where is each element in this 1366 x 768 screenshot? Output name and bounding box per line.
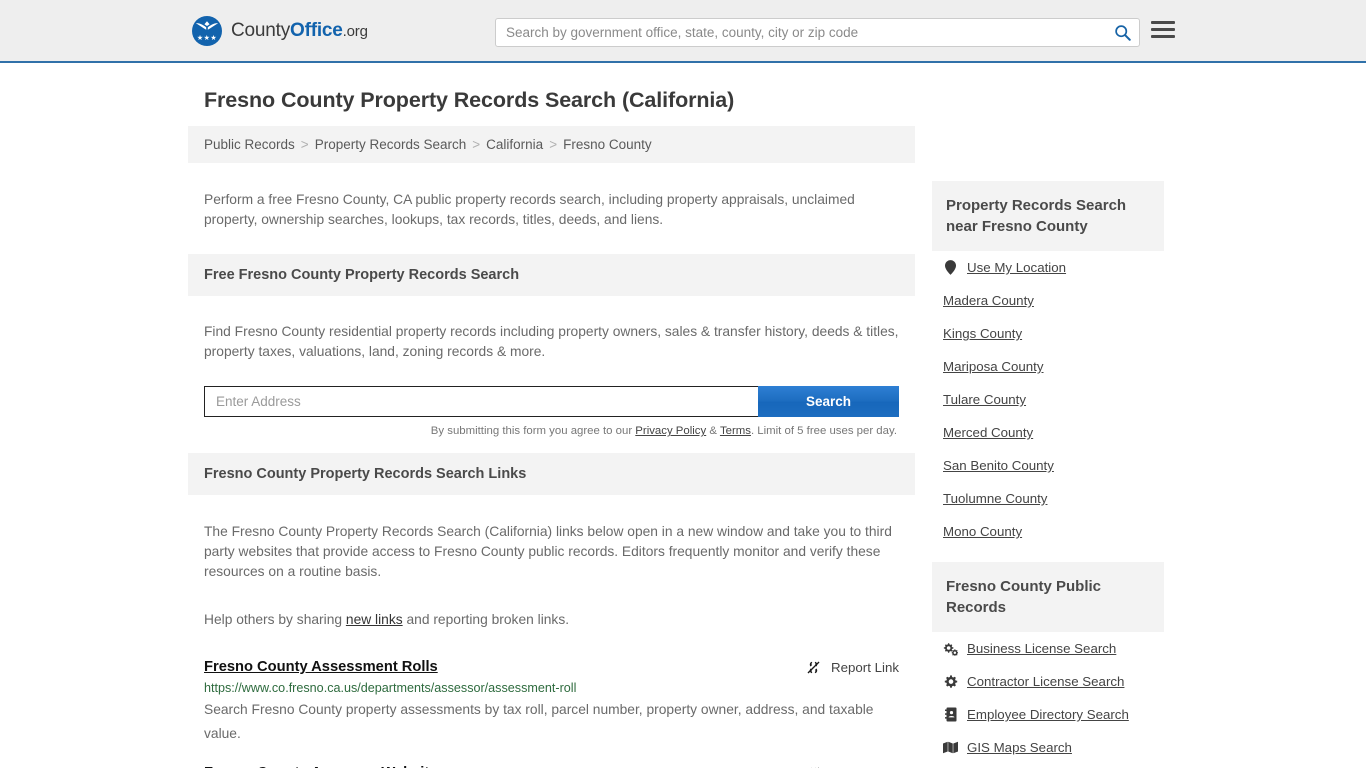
breadcrumb-item-public-records[interactable]: Public Records — [204, 137, 295, 152]
sidebar-item-mono-county[interactable]: Mono County — [932, 515, 1164, 548]
countyoffice-emblem-icon: ★★★ — [192, 15, 222, 46]
sidebar-nearby-heading: Property Records Search near Fresno Coun… — [932, 181, 1164, 251]
search-links-heading: Fresno County Property Records Search Li… — [188, 453, 915, 496]
sidebar-link-label[interactable]: GIS Maps Search — [967, 740, 1072, 755]
sidebar-link-label[interactable]: Merced County — [943, 425, 1033, 440]
disclaimer-prefix: By submitting this form you agree to our — [430, 425, 636, 438]
global-search-bar[interactable] — [495, 18, 1140, 47]
sidebar-divider — [932, 548, 1164, 562]
sidebar-link-label[interactable]: Contractor License Search — [967, 674, 1124, 689]
share-links-text: Help others by sharing new links and rep… — [188, 600, 915, 640]
three-stars-icon: ★★★ — [196, 34, 218, 42]
sidebar-item-employee-directory-search[interactable]: Employee Directory Search — [932, 698, 1164, 731]
page-intro-text: Perform a free Fresno County, CA public … — [204, 191, 855, 227]
share-suffix: and reporting broken links. — [402, 611, 570, 627]
sidebar-item-tulare-county[interactable]: Tulare County — [932, 383, 1164, 416]
form-disclaimer: By submitting this form you agree to our… — [188, 417, 915, 437]
address-book-icon — [943, 707, 958, 722]
global-search-input[interactable] — [496, 19, 1105, 46]
record-link-url[interactable]: https://www.co.fresno.ca.us/departments/… — [204, 681, 899, 695]
breadcrumb-separator: > — [300, 137, 309, 152]
brand-part-county: County — [231, 19, 291, 41]
share-prefix: Help others by sharing — [204, 611, 346, 627]
sidebar-link-label[interactable]: San Benito County — [943, 458, 1054, 473]
sidebar-item-tuolumne-county[interactable]: Tuolumne County — [932, 482, 1164, 515]
sidebar-link-label[interactable]: Mariposa County — [943, 359, 1044, 374]
new-links-link[interactable]: new links — [346, 612, 403, 627]
sidebar-public-records-list: Business License Search Contractor Licen… — [932, 632, 1164, 768]
sidebar-link-label[interactable]: Tuolumne County — [943, 491, 1047, 506]
map-icon — [943, 741, 958, 754]
brand-wordmark: CountyOffice.org — [231, 20, 368, 42]
eagle-icon — [196, 20, 218, 30]
sidebar-public-records-heading: Fresno County Public Records — [932, 562, 1164, 632]
brand-part-office: Office — [290, 19, 343, 41]
page-title: Fresno County Property Records Search (C… — [204, 88, 735, 112]
page-body: Fresno County Property Records Search (C… — [0, 63, 1366, 768]
sidebar: Property Records Search near Fresno Coun… — [932, 63, 1164, 768]
sidebar-item-use-my-location[interactable]: Use My Location — [932, 251, 1164, 284]
sidebar-item-madera-county[interactable]: Madera County — [932, 284, 1164, 317]
sidebar-item-mariposa-county[interactable]: Mariposa County — [932, 350, 1164, 383]
sidebar-link-label[interactable]: Madera County — [943, 293, 1034, 308]
address-search-form: Search — [204, 386, 899, 418]
sidebar-link-label[interactable]: Use My Location — [967, 260, 1066, 275]
record-link-description: Search Fresno County property assessment… — [204, 701, 874, 741]
disclaimer-amp: & — [706, 425, 720, 438]
sidebar-link-label[interactable]: Tulare County — [943, 392, 1026, 407]
hamburger-menu-icon[interactable] — [1151, 21, 1175, 38]
address-input[interactable] — [204, 386, 758, 418]
breadcrumb-item-property-records-search[interactable]: Property Records Search — [315, 137, 467, 152]
sidebar-item-merced-county[interactable]: Merced County — [932, 416, 1164, 449]
sidebar-item-san-benito-county[interactable]: San Benito County — [932, 449, 1164, 482]
breadcrumb: Public Records > Property Records Search > C… — [188, 126, 915, 163]
breadcrumb-separator: > — [549, 137, 558, 152]
free-search-description: Find Fresno County residential property … — [204, 324, 899, 360]
disclaimer-suffix: . Limit of 5 free uses per day. — [750, 425, 897, 438]
site-header: ★★★ CountyOffice.org — [0, 0, 1366, 63]
sidebar-nearby-list: Use My Location Madera County Kings Coun… — [932, 251, 1164, 548]
sidebar-item-business-license-search[interactable]: Business License Search — [932, 632, 1164, 665]
record-link-item: Fresno County Assessment Rolls Report Li… — [188, 659, 915, 746]
search-icon[interactable] — [1105, 19, 1139, 46]
record-link-title[interactable]: Fresno County Assessment Rolls — [204, 659, 438, 675]
sidebar-item-kings-county[interactable]: Kings County — [932, 317, 1164, 350]
report-link-label: Report Link — [831, 659, 899, 675]
breadcrumb-item-fresno-county[interactable]: Fresno County — [563, 137, 652, 152]
sidebar-item-gis-maps-search[interactable]: GIS Maps Search — [932, 731, 1164, 764]
site-logo[interactable]: ★★★ CountyOffice.org — [192, 15, 368, 46]
search-links-description: The Fresno County Property Records Searc… — [204, 523, 892, 579]
record-link-header: Fresno County Assessment Rolls Report Li… — [204, 659, 899, 676]
broken-link-icon — [807, 661, 820, 674]
address-search-button[interactable]: Search — [758, 386, 899, 418]
breadcrumb-separator: > — [472, 137, 481, 152]
main-column: Fresno County Property Records Search (C… — [188, 63, 915, 768]
brand-part-org: .org — [342, 22, 368, 40]
sidebar-link-label[interactable]: Mono County — [943, 524, 1022, 539]
sidebar-link-label[interactable]: Business License Search — [967, 641, 1116, 656]
sidebar-item-contractor-license-search[interactable]: Contractor License Search — [932, 665, 1164, 698]
free-search-heading: Free Fresno County Property Records Sear… — [188, 253, 915, 296]
breadcrumb-item-california[interactable]: California — [486, 137, 543, 152]
report-link-button[interactable]: Report Link — [805, 659, 899, 676]
cog-icon — [943, 674, 958, 689]
sidebar-link-label[interactable]: Employee Directory Search — [967, 707, 1129, 722]
map-pin-icon — [943, 260, 958, 275]
privacy-policy-link[interactable]: Privacy Policy — [635, 425, 706, 437]
terms-link[interactable]: Terms — [720, 425, 751, 437]
cogs-icon — [943, 642, 958, 656]
sidebar-link-label[interactable]: Kings County — [943, 326, 1022, 341]
sidebar-item-land-records-search[interactable]: Land Records Search — [932, 764, 1164, 768]
